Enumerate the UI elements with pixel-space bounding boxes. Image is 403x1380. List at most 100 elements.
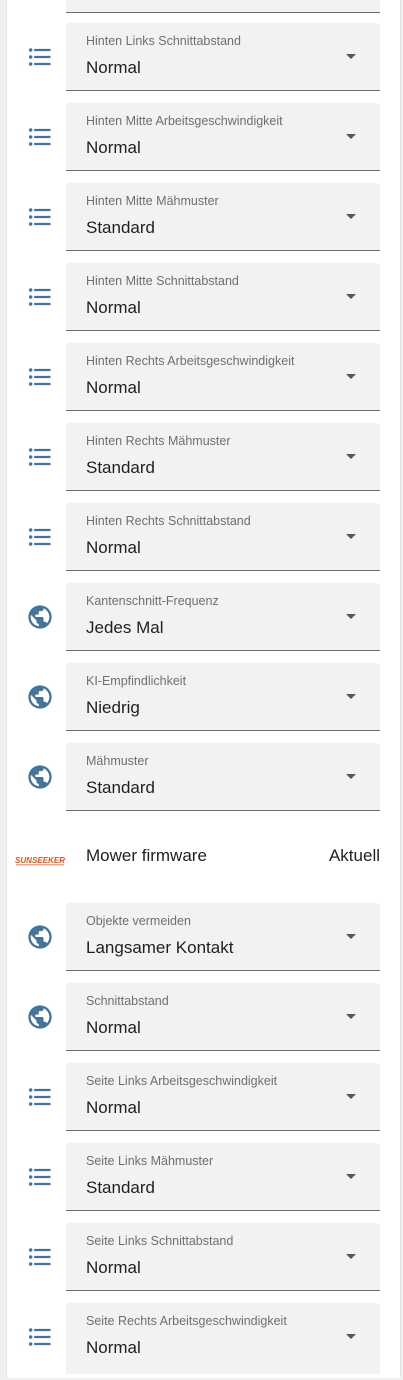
dropdown-arrow-icon[interactable] bbox=[346, 54, 356, 59]
dropdown-arrow-icon[interactable] bbox=[346, 1174, 356, 1179]
sunseeker-logo: SUNSEEKER bbox=[15, 853, 67, 867]
select-label: Schnittabstand bbox=[86, 994, 169, 1008]
dropdown-arrow-icon[interactable] bbox=[346, 374, 356, 379]
dropdown-arrow-icon[interactable] bbox=[346, 774, 356, 779]
list-icon bbox=[26, 443, 54, 471]
dropdown-arrow-icon[interactable] bbox=[346, 1254, 356, 1259]
list-icon bbox=[26, 283, 54, 311]
dropdown-arrow-icon[interactable] bbox=[346, 1014, 356, 1019]
select-value: Normal bbox=[86, 1018, 141, 1037]
select-entity-row: KI-Empfindlichkeit Niedrig bbox=[0, 660, 403, 740]
select-label: Kantenschnitt-Frequenz bbox=[86, 594, 219, 608]
dropdown-arrow-icon[interactable] bbox=[346, 614, 356, 619]
select-field[interactable]: Hinten Rechts Schnittabstand Normal bbox=[66, 503, 380, 571]
list-icon bbox=[26, 1323, 54, 1351]
select-label: Hinten Mitte Mähmuster bbox=[86, 194, 219, 208]
select-entity-row: Schnittabstand Normal bbox=[0, 980, 403, 1060]
select-entity-row: Hinten Mitte Mähmuster Standard bbox=[0, 180, 403, 260]
dropdown-arrow-icon[interactable] bbox=[346, 134, 356, 139]
select-entity-row: Kantenschnitt-Frequenz Jedes Mal bbox=[0, 580, 403, 660]
select-label: KI-Empfindlichkeit bbox=[86, 674, 187, 688]
select-field[interactable]: Kantenschnitt-Frequenz Jedes Mal bbox=[66, 583, 380, 651]
dropdown-arrow-icon[interactable] bbox=[346, 214, 356, 219]
dropdown-arrow-icon[interactable] bbox=[346, 1094, 356, 1099]
select-entity-row: Mähmuster Standard bbox=[0, 740, 403, 820]
select-value: Normal bbox=[86, 1338, 141, 1357]
select-entity-row: Hinten Rechts Arbeitsgeschwindigkeit Norm… bbox=[0, 340, 403, 420]
select-field[interactable]: Mähmuster Standard bbox=[66, 743, 380, 811]
dropdown-arrow-icon[interactable] bbox=[346, 1334, 356, 1339]
select-field[interactable]: Hinten Mitte Schnittabstand Normal bbox=[66, 263, 380, 331]
select-field[interactable]: Hinten Links Schnittabstand Normal bbox=[66, 23, 380, 91]
select-value: Normal bbox=[86, 138, 141, 157]
select-value: Normal bbox=[86, 538, 141, 557]
dropdown-arrow-icon[interactable] bbox=[346, 694, 356, 699]
select-label: Hinten Rechts Mähmuster bbox=[86, 434, 231, 448]
globe-icon bbox=[26, 763, 54, 791]
select-value: Standard bbox=[86, 458, 155, 477]
svg-text:SUNSEEKER: SUNSEEKER bbox=[15, 856, 65, 865]
select-field[interactable]: Hinten Mitte Arbeitsgeschwindigkeit Norma… bbox=[66, 103, 380, 171]
select-label: Seite Links Schnittabstand bbox=[86, 1234, 234, 1248]
list-icon bbox=[26, 203, 54, 231]
select-field[interactable]: Objekte vermeiden Langsamer Kontakt bbox=[66, 903, 380, 971]
globe-icon bbox=[26, 603, 54, 631]
select-label: Hinten Links Schnittabstand bbox=[86, 34, 241, 48]
select-value: Langsamer Kontakt bbox=[86, 938, 234, 957]
select-field[interactable]: Seite Links Schnittabstand Normal bbox=[66, 1223, 380, 1291]
select-label: Hinten Mitte Schnittabstand bbox=[86, 274, 239, 288]
globe-icon bbox=[26, 923, 54, 951]
select-label: Hinten Rechts Schnittabstand bbox=[86, 514, 251, 528]
dropdown-arrow-icon[interactable] bbox=[346, 534, 356, 539]
dropdown-arrow-icon[interactable] bbox=[346, 934, 356, 939]
select-field[interactable]: Hinten Rechts Arbeitsgeschwindigkeit Norm… bbox=[66, 343, 380, 411]
globe-icon bbox=[26, 683, 54, 711]
select-entity-row: Hinten Rechts Schnittabstand Normal bbox=[0, 500, 403, 580]
select-entity-row: Objekte vermeiden Langsamer Kontakt bbox=[0, 900, 403, 980]
select-value: Standard bbox=[86, 218, 155, 237]
select-label: Seite Links Mähmuster bbox=[86, 1154, 214, 1168]
dropdown-arrow-icon[interactable] bbox=[346, 454, 356, 459]
select-label: Seite Rechts Arbeitsgeschwindigkeit bbox=[86, 1314, 287, 1328]
dropdown-arrow-icon[interactable] bbox=[346, 294, 356, 299]
select-field[interactable]: Hinten Rechts Mähmuster Standard bbox=[66, 423, 380, 491]
select-value: Standard bbox=[86, 778, 155, 797]
select-value: Jedes Mal bbox=[86, 618, 164, 637]
select-label: Objekte vermeiden bbox=[86, 914, 191, 928]
select-value: Niedrig bbox=[86, 698, 140, 717]
list-icon bbox=[26, 1083, 54, 1111]
firmware-info-row: SUNSEEKER Mower firmware Aktuell bbox=[0, 820, 403, 900]
select-entity-row: Seite Links Mähmuster Standard bbox=[0, 1140, 403, 1220]
select-value: Normal bbox=[86, 298, 141, 317]
list-icon bbox=[26, 43, 54, 71]
list-icon bbox=[26, 1163, 54, 1191]
select-value: Normal bbox=[86, 378, 141, 397]
select-label: Hinten Mitte Arbeitsgeschwindigkeit bbox=[86, 114, 283, 128]
list-icon bbox=[26, 523, 54, 551]
select-field[interactable]: Seite Links Arbeitsgeschwindigkeit Normal bbox=[66, 1063, 380, 1131]
select-field[interactable]: Seite Links Mähmuster Standard bbox=[66, 1143, 380, 1211]
select-label: Seite Links Arbeitsgeschwindigkeit bbox=[86, 1074, 278, 1088]
select-entity-row: Seite Links Schnittabstand Normal bbox=[0, 1220, 403, 1300]
select-entity-row: Seite Links Arbeitsgeschwindigkeit Normal bbox=[0, 1060, 403, 1140]
entity-rows: Hinten Links Schnittabstand Normal Hinten … bbox=[0, 0, 403, 1371]
select-field[interactable]: Hinten Mitte Mähmuster Standard bbox=[66, 183, 380, 251]
globe-icon bbox=[26, 1003, 54, 1031]
list-icon bbox=[26, 123, 54, 151]
select-value: Standard bbox=[86, 1178, 155, 1197]
select-field-partial-bottom[interactable] bbox=[66, 1362, 380, 1374]
select-label: Hinten Rechts Arbeitsgeschwindigkeit bbox=[86, 354, 295, 368]
select-entity-row: Hinten Links Schnittabstand Normal bbox=[0, 20, 403, 100]
firmware-status: Aktuell bbox=[328, 846, 380, 865]
select-field[interactable]: Seite Rechts Arbeitsgeschwindigkeit Norma… bbox=[66, 1303, 380, 1371]
firmware-label: Mower firmware bbox=[86, 846, 207, 865]
select-label: Mähmuster bbox=[86, 754, 149, 768]
select-entity-row: Hinten Rechts Mähmuster Standard bbox=[0, 420, 403, 500]
select-field[interactable]: KI-Empfindlichkeit Niedrig bbox=[66, 663, 380, 731]
select-value: Normal bbox=[86, 1258, 141, 1277]
select-entity-row: Hinten Mitte Schnittabstand Normal bbox=[0, 260, 403, 340]
select-field[interactable]: Schnittabstand Normal bbox=[66, 983, 380, 1051]
select-entity-row: Hinten Mitte Arbeitsgeschwindigkeit Norma… bbox=[0, 100, 403, 180]
select-value: Normal bbox=[86, 1098, 141, 1117]
select-value: Normal bbox=[86, 58, 141, 77]
